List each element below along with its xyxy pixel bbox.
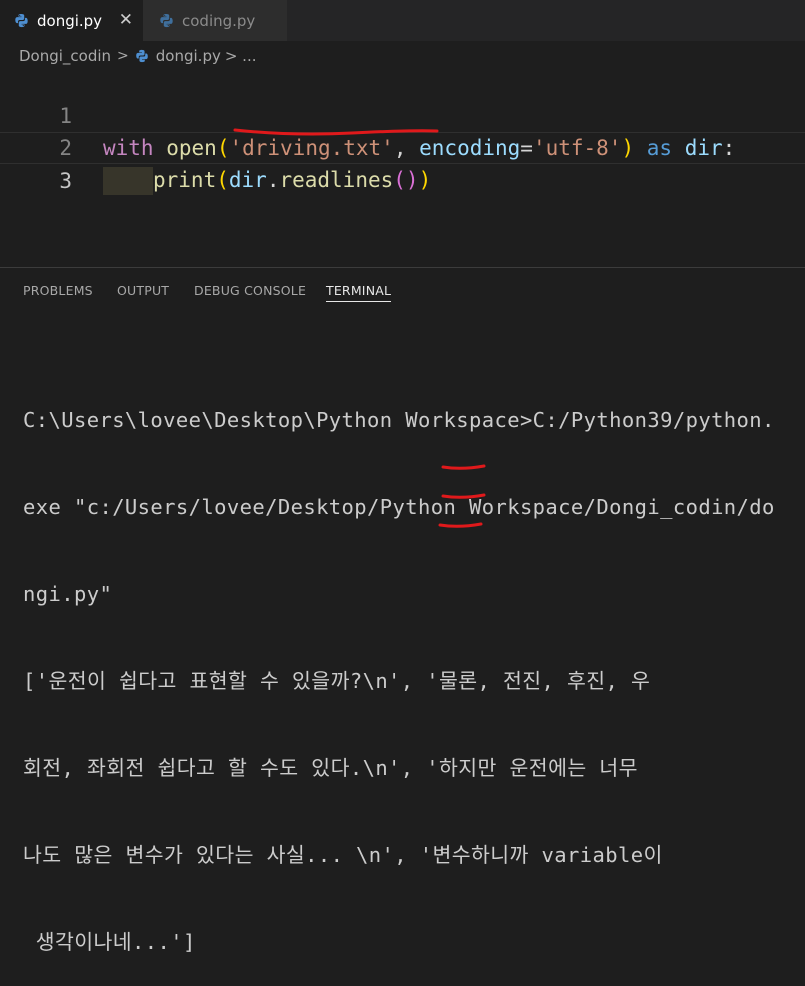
python-file-icon [160, 13, 173, 28]
tab-debug-console[interactable]: DEBUG CONSOLE [194, 283, 306, 298]
terminal-line: 생각이나네...'] [23, 930, 196, 954]
code-line-3: 3 [0, 132, 805, 193]
indent-guide [103, 167, 153, 195]
variable-dir: dir [228, 168, 267, 192]
terminal-line: 나도 많은 변수가 있다는 사실... \n', '변수하니까 variable… [23, 843, 663, 867]
terminal-line: 회전, 좌회전 쉽다고 할 수도 있다.\n', '하지만 운전에는 너무 [23, 756, 638, 780]
line-number: 3 [59, 169, 72, 193]
terminal-line: C:\Users\lovee\Desktop\Python Workspace>… [23, 408, 775, 432]
paren-close: ) [418, 168, 432, 192]
inner-paren-open: ( [393, 168, 406, 192]
python-file-icon [15, 13, 28, 28]
chevron-right-icon: > [117, 48, 129, 64]
close-tab-icon[interactable]: ✕ [119, 11, 133, 29]
breadcrumb: Dongi_codin > dongi.py > ... [19, 45, 256, 67]
inner-paren-close: ) [405, 168, 419, 192]
breadcrumb-more[interactable]: > ... [225, 47, 257, 65]
tab-coding-py[interactable]: coding.py [143, 0, 287, 41]
paren-open: ( [216, 168, 229, 192]
python-file-icon [136, 49, 148, 63]
breadcrumb-file[interactable]: dongi.py [156, 47, 221, 65]
terminal-line: exe "c:/Users/lovee/Desktop/Python Works… [23, 495, 775, 519]
dot: . [266, 168, 280, 192]
tab-terminal[interactable]: TERMINAL [326, 283, 392, 302]
code-editor[interactable]: 1 with open('driving.txt', encoding='utf… [0, 68, 805, 195]
terminal-line: ['운전이 쉽다고 표현할 수 있을까?\n', '물론, 전진, 후진, 우 [23, 669, 651, 693]
tab-label: coding.py [182, 11, 256, 30]
terminal-line: ngi.py" [23, 582, 113, 606]
panel-tab-bar: PROBLEMS OUTPUT DEBUG CONSOLE TERMINAL [0, 267, 805, 308]
line-source: print(dir.readlines()) [103, 164, 431, 196]
code-line-1: 1 with open('driving.txt', encoding='utf… [0, 68, 805, 160]
code-line-2: 2 print(dir.readlines()) [0, 100, 805, 195]
editor-tab-bar: dongi.py ✕ coding.py [0, 0, 805, 41]
method-readlines: readlines [279, 168, 394, 192]
function-print: print [153, 168, 217, 192]
terminal-output[interactable]: C:\Users\lovee\Desktop\Python Workspace>… [23, 348, 803, 986]
tab-output[interactable]: OUTPUT [117, 283, 169, 298]
breadcrumb-folder[interactable]: Dongi_codin [19, 47, 111, 65]
tab-problems[interactable]: PROBLEMS [23, 283, 93, 298]
tab-label: dongi.py [37, 11, 103, 30]
tab-dongi-py[interactable]: dongi.py ✕ [0, 0, 143, 41]
